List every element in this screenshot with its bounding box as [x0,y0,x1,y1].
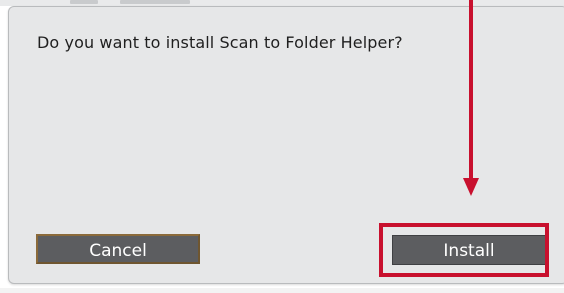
screen: Do you want to install Scan to Folder He… [0,0,564,293]
background-ghost-element [120,0,190,4]
annotation-arrow-head-icon [463,178,479,196]
annotation-arrow-line [469,0,473,180]
screen-bottom-edge [0,288,564,293]
background-ghost-element [70,0,98,4]
install-button[interactable]: Install [392,235,546,265]
cancel-button[interactable]: Cancel [36,234,200,264]
dialog-message: Do you want to install Scan to Folder He… [37,33,403,52]
